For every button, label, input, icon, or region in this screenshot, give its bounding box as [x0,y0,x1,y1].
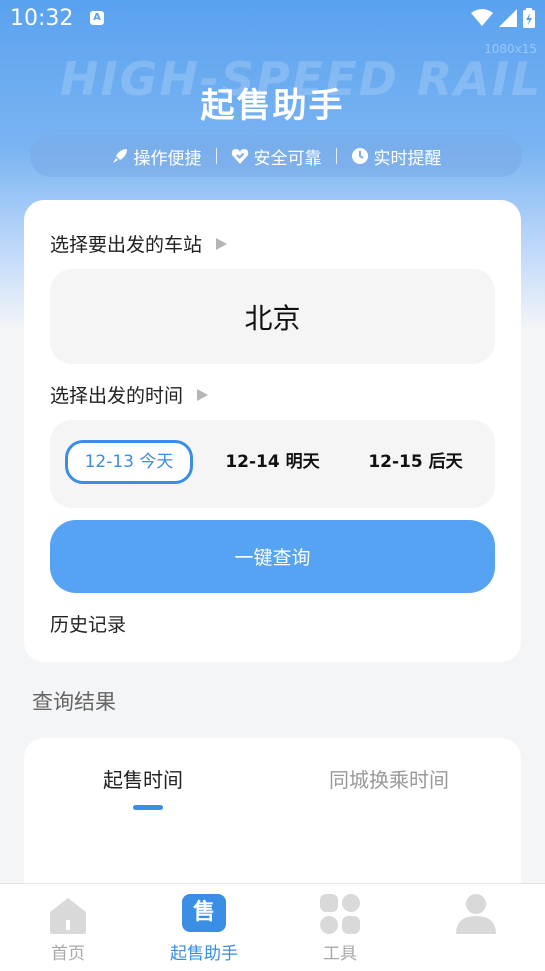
nav-label: 起售助手 [170,944,238,964]
feature-label: 操作便捷 [133,148,202,169]
watermark-small: 1080x15 [484,42,537,56]
battery-icon [523,8,535,28]
rocket-icon [112,149,127,163]
feature-item: 实时提醒 [351,144,442,169]
status-icons [471,8,535,28]
wifi-icon [471,9,493,26]
status-time: 10:32 [10,6,74,31]
status-bar: 10:32 A [0,0,545,38]
time-label: 选择出发的时间 [50,381,209,408]
feature-label: 实时提醒 [373,148,442,169]
nav-item-home[interactable]: 首页 [0,884,136,971]
user-icon [456,894,496,934]
play-arrow-icon [197,388,209,401]
feature-bar: 操作便捷 安全可靠 实时提醒 [30,135,522,177]
date-option-day-after[interactable]: 12-15 后天 [353,440,478,484]
notification-icon: A [90,11,104,25]
tab-indicator [133,805,163,810]
feature-item: 安全可靠 [231,144,322,169]
grid-icon [320,894,360,934]
signal-icon [499,9,517,27]
nav-item-tools[interactable]: 工具 [272,884,408,971]
station-label-text: 选择要出发的车站 [50,234,203,256]
history-link[interactable]: 历史记录 [50,610,126,637]
station-selector[interactable]: 北京 [50,269,495,364]
station-label: 选择要出发的车站 [50,230,228,257]
divider [215,148,217,164]
time-label-text: 选择出发的时间 [50,385,184,407]
search-card: 选择要出发的车站 北京 选择出发的时间 12-13 今天 12-14 明天 12… [24,200,521,662]
date-option-today[interactable]: 12-13 今天 [65,440,193,484]
feature-item: 操作便捷 [111,144,202,169]
divider [335,148,337,164]
date-selector: 12-13 今天 12-14 明天 12-15 后天 [50,420,495,508]
heart-shield-icon [231,149,248,164]
feature-label: 安全可靠 [253,148,322,169]
nav-label: 首页 [51,944,85,964]
clock-icon [351,148,368,164]
play-arrow-icon [216,237,228,250]
results-title: 查询结果 [32,690,116,714]
home-icon [50,898,86,934]
nav-item-sale-assistant[interactable]: 售 起售助手 [136,884,272,971]
date-option-tomorrow[interactable]: 12-14 明天 [210,440,335,484]
nav-label: 工具 [323,944,357,964]
tab-transfer-time[interactable]: 同城换乘时间 [329,764,449,793]
app-title: 起售助手 [200,86,345,126]
tab-sale-time[interactable]: 起售时间 [103,764,183,793]
nav-item-profile[interactable] [408,884,544,971]
query-button[interactable]: 一键查询 [50,520,495,593]
bottom-nav: 首页 售 起售助手 工具 [0,883,545,971]
ticket-icon: 售 [182,894,226,932]
